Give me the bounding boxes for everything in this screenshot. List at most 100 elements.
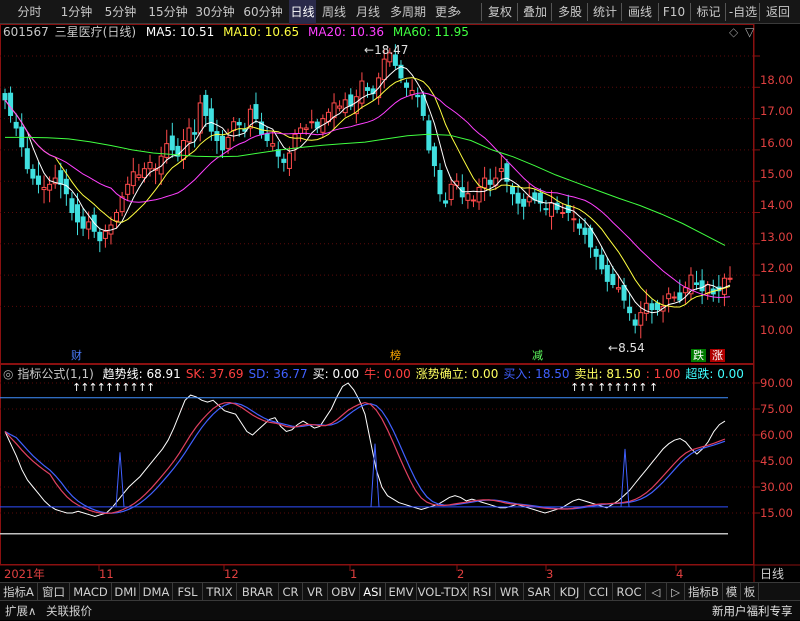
candle-body	[649, 303, 655, 311]
candle-body	[225, 136, 231, 149]
toolbar-separator	[658, 3, 659, 21]
time-tick-label: 3	[546, 567, 554, 581]
indicator-tab-17[interactable]: KDJ	[555, 583, 585, 601]
toolbar-separator	[759, 3, 760, 21]
indicator-tab-14[interactable]: RSI	[469, 583, 496, 601]
indicator-tab-19[interactable]: ROC	[613, 583, 646, 601]
indicator-tab-20[interactable]: ◁	[646, 583, 667, 601]
candle-body	[13, 121, 19, 129]
candle-body	[359, 80, 365, 104]
tool-button-1[interactable]: 叠加	[519, 0, 551, 24]
indicator-tab-18[interactable]: CCI	[585, 583, 613, 601]
candle-body	[270, 143, 276, 147]
high-price: 18.47	[374, 43, 409, 57]
indicator-tabs: 指标A 窗口 MACD DMI DMA FSL TRIX BRAR CR VR OBV ASI EMV V…	[0, 582, 800, 601]
sk-line	[4, 401, 726, 515]
candle-body	[169, 135, 175, 151]
period-tab-5[interactable]: 60分钟	[240, 0, 286, 24]
event-marker-limit-up[interactable]: 涨	[710, 349, 725, 362]
indicator-tab-1[interactable]: 窗口	[38, 583, 70, 601]
period-tab-0[interactable]: 分时	[4, 0, 55, 24]
low-price: 8.54	[618, 341, 645, 355]
expand-button[interactable]: 扩展∧	[5, 601, 36, 621]
period-tab-8[interactable]: 月线	[352, 0, 384, 24]
candle-body	[303, 127, 309, 130]
indicator-tab-3[interactable]: DMI	[112, 583, 140, 601]
arrow-signals-left: ↑↑↑↑↑↑↑↑↑↑	[72, 381, 155, 394]
period-tab-4[interactable]: 30分钟	[193, 0, 237, 24]
tool-button-8[interactable]: 返回	[761, 0, 795, 24]
period-tab-2[interactable]: 5分钟	[98, 0, 143, 24]
top-toolbar: 分时 1分钟 5分钟 15分钟 30分钟 60分钟 日线 周线 月线 多周期 更多 › 复权 叠加 多股 统计…	[0, 0, 800, 24]
candle-body	[292, 133, 298, 149]
indicator-tab-4[interactable]: DMA	[140, 583, 173, 601]
time-tick-label: 12	[224, 567, 239, 581]
stock-code: 601567	[3, 25, 49, 39]
candle-body	[97, 231, 103, 242]
indicator-tab-6[interactable]: TRIX	[203, 583, 237, 601]
indicator-title[interactable]: 指标公式(1,1)	[17, 367, 93, 381]
indicator-tab-21[interactable]: ▷	[667, 583, 685, 601]
indicator-tab-24[interactable]: 板	[741, 583, 759, 601]
indicator-tab-12[interactable]: EMV	[386, 583, 417, 601]
candle-body	[571, 218, 577, 221]
toolbar-separator	[517, 3, 518, 21]
candle-body	[41, 186, 47, 191]
tool-button-6[interactable]: 标记	[692, 0, 725, 24]
indicator-tab-11[interactable]: ASI	[360, 583, 386, 601]
indicator-tab-22[interactable]: 指标B	[685, 583, 723, 601]
indicator-tab-8[interactable]: CR	[279, 583, 303, 601]
indicator-tick-label: 15.00	[760, 506, 793, 520]
indicator-tab-7[interactable]: BRAR	[237, 583, 279, 601]
tool-button-2[interactable]: 多股	[553, 0, 587, 24]
candle-body	[510, 186, 515, 195]
tool-button-3[interactable]: 统计	[589, 0, 621, 24]
candle-body	[437, 169, 443, 195]
candle-body	[543, 208, 549, 211]
candle-body	[694, 282, 700, 285]
period-tab-7[interactable]: 周线	[318, 0, 350, 24]
related-quotes-button[interactable]: 关联报价	[46, 601, 92, 621]
candle-body	[192, 132, 198, 135]
candle-body	[655, 302, 660, 311]
indicator-tab-5[interactable]: FSL	[173, 583, 203, 601]
tool-button-5[interactable]: F10	[660, 0, 688, 24]
event-marker-ranking[interactable]: 榜	[388, 349, 403, 362]
indicator-tab-16[interactable]: SAR	[524, 583, 555, 601]
candle-body	[666, 293, 672, 300]
event-marker-finance[interactable]: 财	[69, 349, 84, 362]
tool-button-0[interactable]: 复权	[483, 0, 517, 24]
indicator-tab-13[interactable]: VOL-TDX	[417, 583, 469, 601]
candle-body	[35, 175, 41, 185]
indicator-tab-15[interactable]: WR	[496, 583, 524, 601]
candle-body	[521, 198, 527, 207]
tool-button-7[interactable]: -自选	[727, 0, 759, 24]
indicator-tab-0[interactable]: 指标A	[0, 583, 38, 601]
price-tick-label: 15.00	[760, 166, 793, 181]
indicator-tab-10[interactable]: OBV	[328, 583, 360, 601]
indicator-tab-23[interactable]: 模	[723, 583, 741, 601]
chevron-down-icon[interactable]: ◎	[3, 367, 13, 381]
chart-svg	[0, 24, 800, 582]
promo-link[interactable]: 新用户福利专享	[712, 601, 793, 621]
ma5-label: MA5: 10.51	[145, 25, 215, 39]
tool-button-4[interactable]: 画线	[623, 0, 657, 24]
diamond-icon[interactable]: ◇	[729, 24, 738, 40]
candle-body	[86, 221, 92, 230]
period-tab-6[interactable]: 日线	[289, 0, 316, 24]
period-tab-9[interactable]: 多周期	[386, 0, 430, 24]
period-tab-3[interactable]: 15分钟	[146, 0, 190, 24]
chevron-down-icon[interactable]: ▽	[745, 24, 754, 40]
event-marker-limit-down[interactable]: 跌	[691, 349, 706, 362]
indicator-tick-label: 60.00	[760, 428, 793, 442]
indicator-tab-9[interactable]: VR	[303, 583, 328, 601]
event-marker-reduce[interactable]: 减	[530, 349, 545, 362]
chevron-right-icon[interactable]: ›	[453, 0, 465, 24]
ma60-label: MA60: 11.95	[392, 25, 469, 39]
candle-body	[102, 230, 108, 239]
indicator-tab-2[interactable]: MACD	[70, 583, 112, 601]
arrow-signals-right: ↑↑↑ ↑↑↑↑↑↑ ↑	[570, 381, 658, 394]
time-tick-label: 2021年	[4, 567, 45, 581]
candle-body	[2, 93, 8, 101]
period-tab-1[interactable]: 1分钟	[58, 0, 95, 24]
